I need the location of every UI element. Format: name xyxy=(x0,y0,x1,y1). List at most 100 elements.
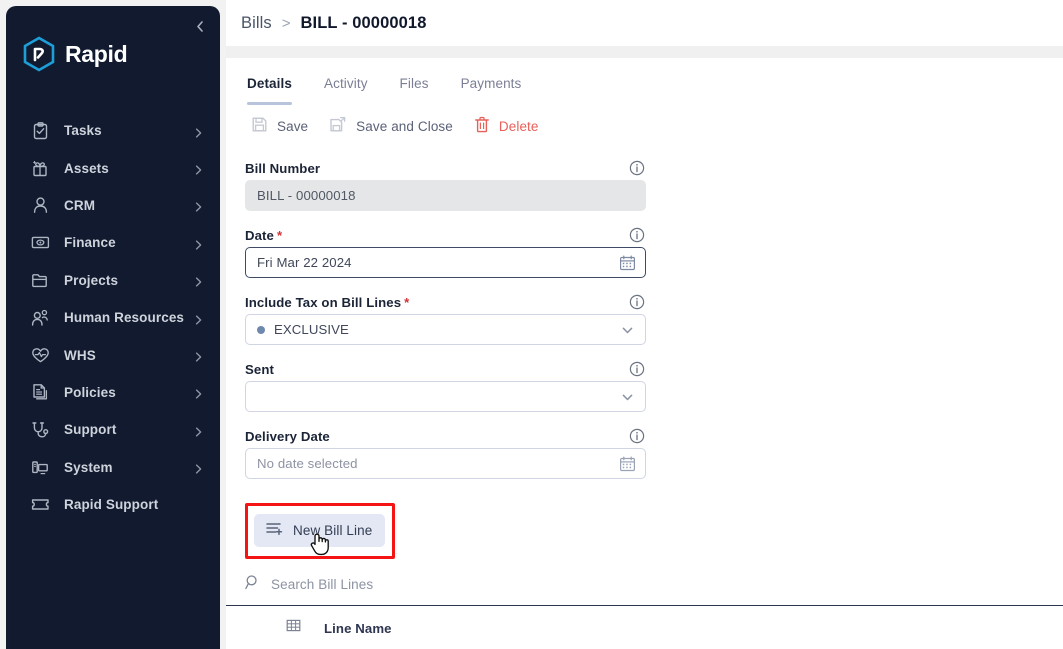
tab-payments[interactable]: Payments xyxy=(445,76,538,105)
trash-icon xyxy=(474,116,490,136)
calendar-icon[interactable] xyxy=(619,455,636,472)
field-date: Date * Fri Mar 22 2024 xyxy=(245,223,646,278)
sidebar-item-support[interactable]: Support xyxy=(6,411,220,448)
chevron-right-icon xyxy=(193,350,204,362)
new-bill-line-zone: New Bill Line xyxy=(245,503,395,559)
chevron-down-icon[interactable] xyxy=(619,321,636,338)
sidebar-item-assets[interactable]: Assets xyxy=(6,149,220,186)
chevron-left-icon xyxy=(194,20,207,33)
sidebar-collapse-button[interactable] xyxy=(190,16,210,36)
save-button-label: Save xyxy=(277,118,309,134)
sidebar-item-label: WHS xyxy=(64,347,96,363)
new-bill-line-button[interactable]: New Bill Line xyxy=(254,514,386,547)
field-header: Date * xyxy=(245,223,646,247)
field-bill-number: Bill Number BILL - 00000018 xyxy=(245,156,646,211)
chevron-right-icon xyxy=(193,462,204,474)
ticket-icon xyxy=(30,495,50,515)
new-bill-line-label: New Bill Line xyxy=(293,523,373,538)
column-header-line-name[interactable]: Line Name xyxy=(324,621,392,636)
include-tax-value: EXCLUSIVE xyxy=(274,322,349,337)
search-input[interactable]: Search Bill Lines xyxy=(271,577,373,592)
date-input[interactable]: Fri Mar 22 2024 xyxy=(245,247,646,278)
document-stack-icon xyxy=(30,382,50,402)
required-asterisk: * xyxy=(404,294,410,310)
save-button[interactable]: Save xyxy=(243,112,321,140)
field-delivery-date: Delivery Date No date selected xyxy=(245,424,646,479)
status-dot xyxy=(257,325,265,334)
bill-number-value: BILL - 00000018 xyxy=(257,188,356,203)
sidebar-item-crm[interactable]: CRM xyxy=(6,187,220,224)
sidebar-item-rapid-support[interactable]: Rapid Support xyxy=(6,486,220,523)
bill-lines-search[interactable]: Search Bill Lines xyxy=(245,571,1063,597)
chevron-down-icon[interactable] xyxy=(619,388,636,405)
page-title: BILL - 00000018 xyxy=(300,13,427,32)
delivery-date-placeholder: No date selected xyxy=(257,456,358,471)
sidebar-item-label: Assets xyxy=(64,160,109,176)
delivery-date-input[interactable]: No date selected xyxy=(245,448,646,479)
breadcrumb-root-link[interactable]: Bills xyxy=(241,14,272,33)
sidebar-item-label: System xyxy=(64,459,113,475)
tab-details[interactable]: Details xyxy=(231,76,308,105)
calendar-icon[interactable] xyxy=(619,254,636,271)
sidebar-item-projects[interactable]: Projects xyxy=(6,262,220,299)
chevron-right-icon xyxy=(193,237,204,250)
sidebar-item-label: Human Resources xyxy=(64,310,185,326)
field-header: Sent xyxy=(245,357,646,381)
bill-number-input: BILL - 00000018 xyxy=(245,180,646,211)
floppy-disk-icon xyxy=(251,116,268,136)
field-label-text: Include Tax on Bill Lines xyxy=(245,294,402,310)
sent-select[interactable] xyxy=(245,381,646,412)
field-label-text: Date xyxy=(245,227,274,243)
chevron-right-icon xyxy=(193,200,204,213)
info-icon[interactable] xyxy=(629,361,645,377)
tab-bar: Details Activity Files Payments xyxy=(226,58,1063,105)
field-label: Date * xyxy=(245,228,282,243)
person-icon xyxy=(30,195,50,215)
sidebar-item-policies[interactable]: Policies xyxy=(6,374,220,411)
sidebar: Rapid Tasks Assets CRM Finance Projects … xyxy=(6,6,220,649)
sidebar-item-system[interactable]: System xyxy=(6,449,220,486)
include-tax-select[interactable]: EXCLUSIVE xyxy=(245,314,646,345)
main-content: Bills > BILL - 00000018 Details Activity… xyxy=(226,0,1063,649)
field-label: Bill Number xyxy=(245,160,321,176)
bill-details-form: Bill Number BILL - 00000018 Date * Fri M… xyxy=(226,147,1063,491)
floppy-disk-arrow-icon xyxy=(329,116,347,136)
clipboard-check-icon xyxy=(30,121,50,141)
sidebar-item-finance[interactable]: Finance xyxy=(6,224,220,261)
delete-button[interactable]: Delete xyxy=(466,112,552,140)
sidebar-item-label: Finance xyxy=(64,235,116,251)
chevron-right-icon xyxy=(193,387,204,400)
bill-lines-list-header: Line Name xyxy=(226,606,1063,649)
info-icon[interactable] xyxy=(629,227,645,243)
assets-box-icon xyxy=(30,158,50,178)
field-header: Delivery Date xyxy=(245,424,646,448)
required-asterisk: * xyxy=(276,227,283,243)
save-and-close-button-label: Save and Close xyxy=(356,118,453,134)
sidebar-item-human-resources[interactable]: Human Resources xyxy=(6,299,220,336)
info-icon[interactable] xyxy=(629,294,645,310)
chevron-right-icon xyxy=(193,163,204,175)
tab-activity[interactable]: Activity xyxy=(308,76,384,105)
sidebar-item-tasks[interactable]: Tasks xyxy=(6,112,220,149)
chevron-right-icon xyxy=(193,312,204,325)
sidebar-item-label: Projects xyxy=(64,272,119,288)
sidebar-item-label: Policies xyxy=(64,384,116,400)
app-window: Rapid Tasks Assets CRM Finance Projects … xyxy=(0,0,1063,649)
brand-logo[interactable]: Rapid xyxy=(6,6,220,72)
people-icon xyxy=(30,308,50,328)
save-and-close-button[interactable]: Save and Close xyxy=(321,112,466,140)
info-icon[interactable] xyxy=(629,428,645,444)
folder-icon xyxy=(30,270,50,290)
delete-button-label: Delete xyxy=(498,118,539,134)
sidebar-item-whs[interactable]: WHS xyxy=(6,336,220,373)
info-icon[interactable] xyxy=(629,160,645,176)
field-label: Include Tax on Bill Lines * xyxy=(245,295,409,310)
chevron-right-icon xyxy=(193,125,204,138)
chevron-right-icon: > xyxy=(281,14,291,32)
grid-icon[interactable] xyxy=(286,618,301,638)
tab-files[interactable]: Files xyxy=(384,76,445,105)
field-sent: Sent xyxy=(245,357,646,412)
action-toolbar: Save Save and Close Delete xyxy=(226,105,1063,147)
system-monitor-icon xyxy=(30,457,50,477)
chevron-right-icon xyxy=(193,275,204,287)
